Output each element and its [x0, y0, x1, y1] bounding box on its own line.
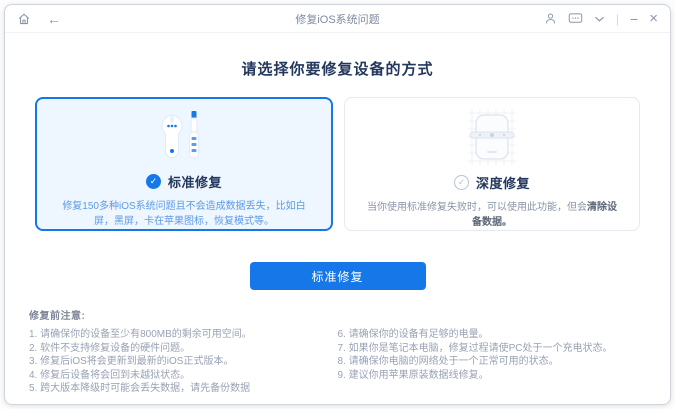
minimize-icon[interactable]: − [630, 12, 638, 26]
repair-mode-options: ✓ 标准修复 修复150多种iOS系统问题且不会造成数据丢失，比如白屏，黑屏，卡… [5, 97, 670, 231]
deep-repair-description: 当你使用标准修复失败时，可以使用此功能，但会清除设备数据。 [345, 200, 639, 230]
app-window: ← 修复iOS系统问题 | − × 请选择你要修复设备的方式 ✓ 标准修复 修复… [4, 4, 671, 405]
wrench-screwdriver-icon [151, 105, 217, 171]
user-icon[interactable] [544, 12, 557, 25]
device-repair-icon [459, 104, 525, 172]
note-item: 3. 修复后iOS将会更新到最新的iOS正式版本。 [29, 356, 234, 367]
card-deep-repair[interactable]: ✓ 深度修复 当你使用标准修复失败时，可以使用此功能，但会清除设备数据。 [344, 97, 640, 231]
titlebar-divider: | [615, 11, 620, 26]
home-icon[interactable] [17, 12, 31, 26]
selected-check-icon: ✓ [145, 174, 161, 189]
notes-heading: 修复前注意: [29, 311, 86, 322]
back-icon[interactable]: ← [47, 12, 61, 26]
note-item: 9. 建议你用苹果原装数据线修复。 [337, 369, 489, 381]
standard-repair-description: 修复150多种iOS系统问题且不会造成数据丢失，比如白屏，黑屏，卡在苹果图标，恢… [62, 201, 306, 227]
feedback-chat-icon[interactable] [568, 12, 583, 25]
note-item: 5. 跨大版本降级时可能会丢失数据，请先备份数据 [29, 383, 251, 394]
unselected-check-icon: ✓ [453, 175, 469, 190]
note-item: 6. 请确保你的设备有足够的电量。 [337, 329, 489, 340]
close-icon[interactable]: × [649, 11, 658, 26]
notes-right-column: 6. 请确保你的设备有足够的电量。 7. 如果你是笔记本电脑，修复过程请使PC处… [338, 328, 647, 396]
note-item: 4. 修复后设备将会回到未越狱状态。 [29, 369, 191, 381]
note-item: 7. 如果你是笔记本电脑，修复过程请使PC处于一个充电状态。 [337, 342, 613, 354]
chevron-down-icon[interactable] [594, 15, 605, 23]
card-standard-repair[interactable]: ✓ 标准修复 修复150多种iOS系统问题且不会造成数据丢失，比如白屏，黑屏，卡… [35, 97, 333, 231]
standard-repair-title: 标准修复 [167, 175, 222, 190]
note-item: 8. 请确保你电脑的网络处于一个正常可用的状态。 [337, 356, 559, 367]
deep-repair-title: 深度修复 [475, 176, 530, 191]
deep-repair-description-prefix: 当你使用标准修复失败时，可以使用此功能，但会 [367, 202, 587, 213]
note-item: 2. 软件不支持修复设备的硬件问题。 [29, 342, 191, 354]
page-title: 请选择你要修复设备的方式 [241, 61, 434, 78]
titlebar: ← 修复iOS系统问题 | − × [5, 5, 670, 33]
notes-left-column: 1. 请确保你的设备至少有800MB的剩余可用空间。 2. 软件不支持修复设备的… [29, 328, 338, 396]
note-item: 1. 请确保你的设备至少有800MB的剩余可用空间。 [29, 329, 252, 340]
standard-repair-button[interactable]: 标准修复 [249, 262, 426, 290]
pre-repair-notes: 修复前注意: 1. 请确保你的设备至少有800MB的剩余可用空间。 2. 软件不… [5, 307, 670, 396]
